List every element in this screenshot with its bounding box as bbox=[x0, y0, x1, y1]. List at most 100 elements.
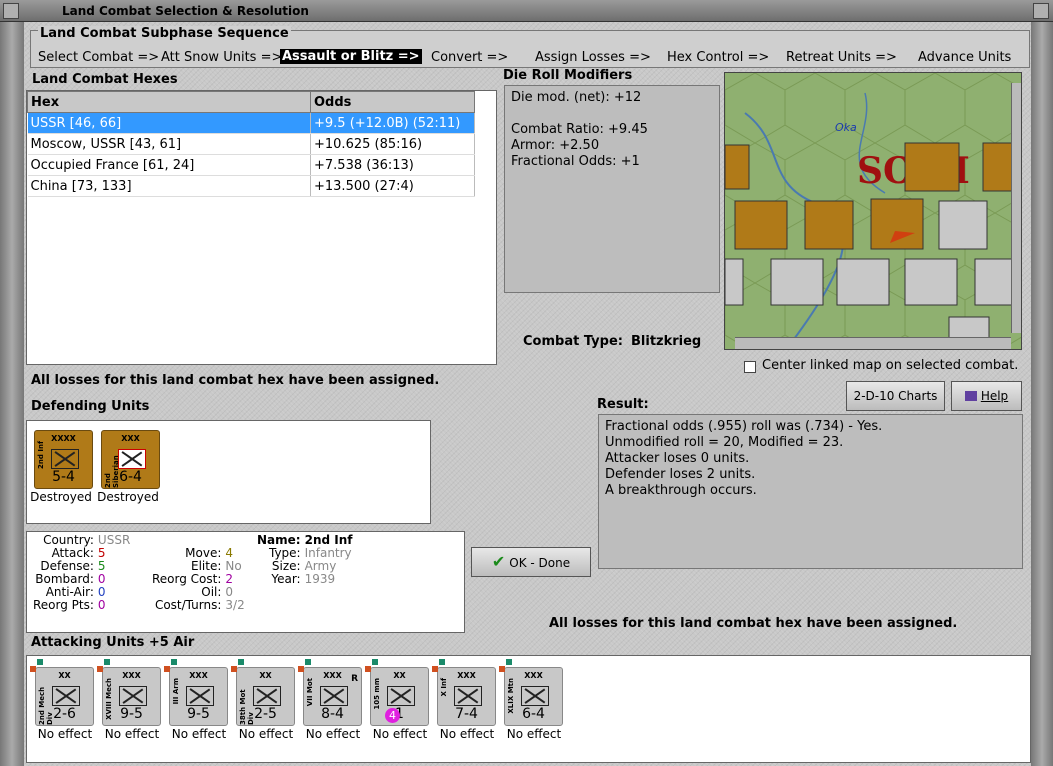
unit-name: 105 mm bbox=[373, 678, 381, 710]
status-indicator-icon bbox=[298, 666, 304, 672]
center-map-label: Center linked map on selected combat. bbox=[762, 358, 1019, 373]
hexes-table-panel: Hex Odds USSR [46, 66] +9.5 (+12.0B) (52:1… bbox=[26, 90, 497, 365]
attacking-unit-counter[interactable]: XXX VII Mot 8-4 R bbox=[303, 667, 362, 726]
status-indicator-icon bbox=[37, 659, 43, 665]
status-indicator-icon bbox=[171, 659, 177, 665]
attacking-unit-counter[interactable]: XX 38th Mot Div 2-5 bbox=[236, 667, 295, 726]
status-indicator-icon bbox=[104, 659, 110, 665]
year-value: 1939 bbox=[304, 572, 336, 586]
unit-type-icon bbox=[454, 686, 482, 706]
unit-value: 9-5 bbox=[120, 706, 143, 722]
seq-att-snow-units[interactable]: Att Snow Units => bbox=[161, 50, 282, 65]
details-col-3: Name: 2nd Inf Type: Infantry Size: Army Yea… bbox=[255, 534, 354, 586]
unit-name: III Arm bbox=[172, 678, 180, 705]
unit-name: X Inf bbox=[440, 678, 448, 697]
attacking-unit-status: No effect bbox=[37, 727, 93, 741]
defending-panel: XXXX 2nd Inf 5-4 Destroyed XXX 2nd Siber… bbox=[26, 420, 431, 524]
left-frame bbox=[0, 22, 24, 766]
attacking-unit-counter[interactable]: XX105 mm14 bbox=[370, 667, 429, 726]
hex-losses-message-2: All losses for this land combat hex have… bbox=[549, 616, 958, 631]
attacking-unit-counter[interactable]: XXX III Arm 9-5 bbox=[169, 667, 228, 726]
result-line: Unmodified roll = 20, Modified = 23. bbox=[605, 435, 844, 450]
seq-convert[interactable]: Convert => bbox=[431, 50, 508, 65]
ok-done-button[interactable]: ✔ OK - Done bbox=[471, 547, 591, 577]
result-line: A breakthrough occurs. bbox=[605, 483, 757, 498]
unit-name: 2nd Inf bbox=[37, 441, 45, 469]
window-title: Land Combat Selection & Resolution bbox=[62, 4, 309, 18]
table-row[interactable]: Moscow, USSR [43, 61] +10.625 (85:16) bbox=[27, 133, 475, 155]
modifier-line: Die mod. (net): +12 bbox=[511, 90, 642, 105]
seq-advance-units[interactable]: Advance Units bbox=[918, 50, 1011, 65]
details-col-2: Move: 4 Elite: No Reorg Cost: 2 Oil: 0 Cost/… bbox=[150, 547, 247, 612]
unit-value: 5-4 bbox=[52, 469, 75, 485]
map-river-label: Oka bbox=[835, 121, 857, 134]
combat-type-value: Blitzkrieg bbox=[631, 334, 702, 349]
charts-button[interactable]: 2-D-10 Charts bbox=[846, 381, 945, 411]
hex-cell: Occupied France [61, 24] bbox=[27, 154, 311, 176]
attacking-unit-status: No effect bbox=[171, 727, 227, 741]
year-label: Year: bbox=[271, 572, 301, 586]
attacking-unit-status: No effect bbox=[104, 727, 160, 741]
seq-assign-losses[interactable]: Assign Losses => bbox=[535, 50, 651, 65]
status-indicator-icon bbox=[432, 666, 438, 672]
odds-cell: +13.500 (27:4) bbox=[310, 175, 475, 197]
seq-assault-or-blitz[interactable]: Assault or Blitz => bbox=[280, 49, 422, 64]
status-indicator-icon bbox=[30, 666, 36, 672]
unit-value: 6-4 bbox=[522, 706, 545, 722]
unit-name: VII Mot bbox=[306, 678, 314, 707]
col-hex[interactable]: Hex bbox=[27, 91, 311, 113]
modifier-line: Combat Ratio: +9.45 bbox=[511, 122, 648, 137]
status-indicator-icon bbox=[506, 659, 512, 665]
cost-turns-value: 3/2 bbox=[225, 598, 245, 612]
unit-type-icon bbox=[320, 686, 348, 706]
defending-unit-counter[interactable]: XXX 2nd Siberian 6-4 bbox=[101, 430, 160, 489]
status-indicator-icon bbox=[97, 666, 103, 672]
seq-retreat-units[interactable]: Retreat Units => bbox=[786, 50, 897, 65]
infantry-icon bbox=[118, 449, 146, 469]
defending-title: Defending Units bbox=[31, 399, 150, 414]
attacking-unit-counter[interactable]: XXX XLIX Mtn 6-4 bbox=[504, 667, 563, 726]
result-box: Fractional odds (.955) roll was (.734) -… bbox=[598, 414, 1023, 569]
unit-tag: R bbox=[351, 674, 358, 684]
attacking-unit-status: No effect bbox=[305, 727, 361, 741]
seq-select-combat[interactable]: Select Combat => bbox=[38, 50, 159, 65]
hexes-table: Hex Odds USSR [46, 66] +9.5 (+12.0B) (52:1… bbox=[27, 91, 475, 197]
unit-details-panel: Country: USSR Attack: 5 Defense: 5 Bombard:… bbox=[26, 531, 465, 633]
attacking-unit-status: No effect bbox=[238, 727, 294, 741]
book-icon bbox=[964, 391, 977, 401]
status-indicator-icon bbox=[372, 659, 378, 665]
status-indicator-icon bbox=[499, 666, 505, 672]
center-map-checkbox[interactable] bbox=[744, 361, 756, 373]
system-menu-button[interactable] bbox=[3, 3, 19, 19]
seq-hex-control[interactable]: Hex Control => bbox=[667, 50, 769, 65]
hex-cell: Moscow, USSR [43, 61] bbox=[27, 133, 311, 155]
modifier-line: Fractional Odds: +1 bbox=[511, 154, 640, 169]
modifier-line: Armor: +2.50 bbox=[511, 138, 600, 153]
result-title: Result: bbox=[597, 397, 649, 412]
unit-type-icon bbox=[253, 686, 281, 706]
map-vertical-scrollbar[interactable] bbox=[1011, 83, 1021, 333]
status-indicator-icon bbox=[231, 666, 237, 672]
unit-value: 6-4 bbox=[119, 469, 142, 485]
result-line: Fractional odds (.955) roll was (.734) -… bbox=[605, 419, 883, 434]
close-button[interactable] bbox=[1033, 3, 1049, 19]
help-button[interactable]: Help bbox=[951, 381, 1022, 411]
attacking-unit-counter[interactable]: XXX X Inf 7-4 bbox=[437, 667, 496, 726]
unit-type-icon bbox=[119, 686, 147, 706]
attacking-unit-counter[interactable]: XX 2nd Mech Div 2-6 bbox=[35, 667, 94, 726]
attacking-unit-counter[interactable]: XXX XVIII Mech 9-5 bbox=[102, 667, 161, 726]
hexes-title: Land Combat Hexes bbox=[32, 72, 178, 87]
unit-value: 2-5 bbox=[254, 706, 277, 722]
attacking-unit-status: No effect bbox=[439, 727, 495, 741]
map-horizontal-scrollbar[interactable] bbox=[735, 337, 1011, 349]
right-frame bbox=[1031, 22, 1053, 766]
linked-map[interactable]: Oka SO I bbox=[724, 72, 1022, 350]
col-odds[interactable]: Odds bbox=[310, 91, 475, 113]
defending-unit-counter[interactable]: XXXX 2nd Inf 5-4 bbox=[34, 430, 93, 489]
status-indicator-icon bbox=[439, 659, 445, 665]
table-row[interactable]: China [73, 133] +13.500 (27:4) bbox=[27, 175, 475, 197]
table-row[interactable]: Occupied France [61, 24] +7.538 (36:13) bbox=[27, 154, 475, 176]
infantry-icon bbox=[51, 449, 79, 469]
table-row[interactable]: USSR [46, 66] +9.5 (+12.0B) (52:11) bbox=[27, 112, 475, 134]
ok-done-label: OK - Done bbox=[509, 556, 571, 570]
